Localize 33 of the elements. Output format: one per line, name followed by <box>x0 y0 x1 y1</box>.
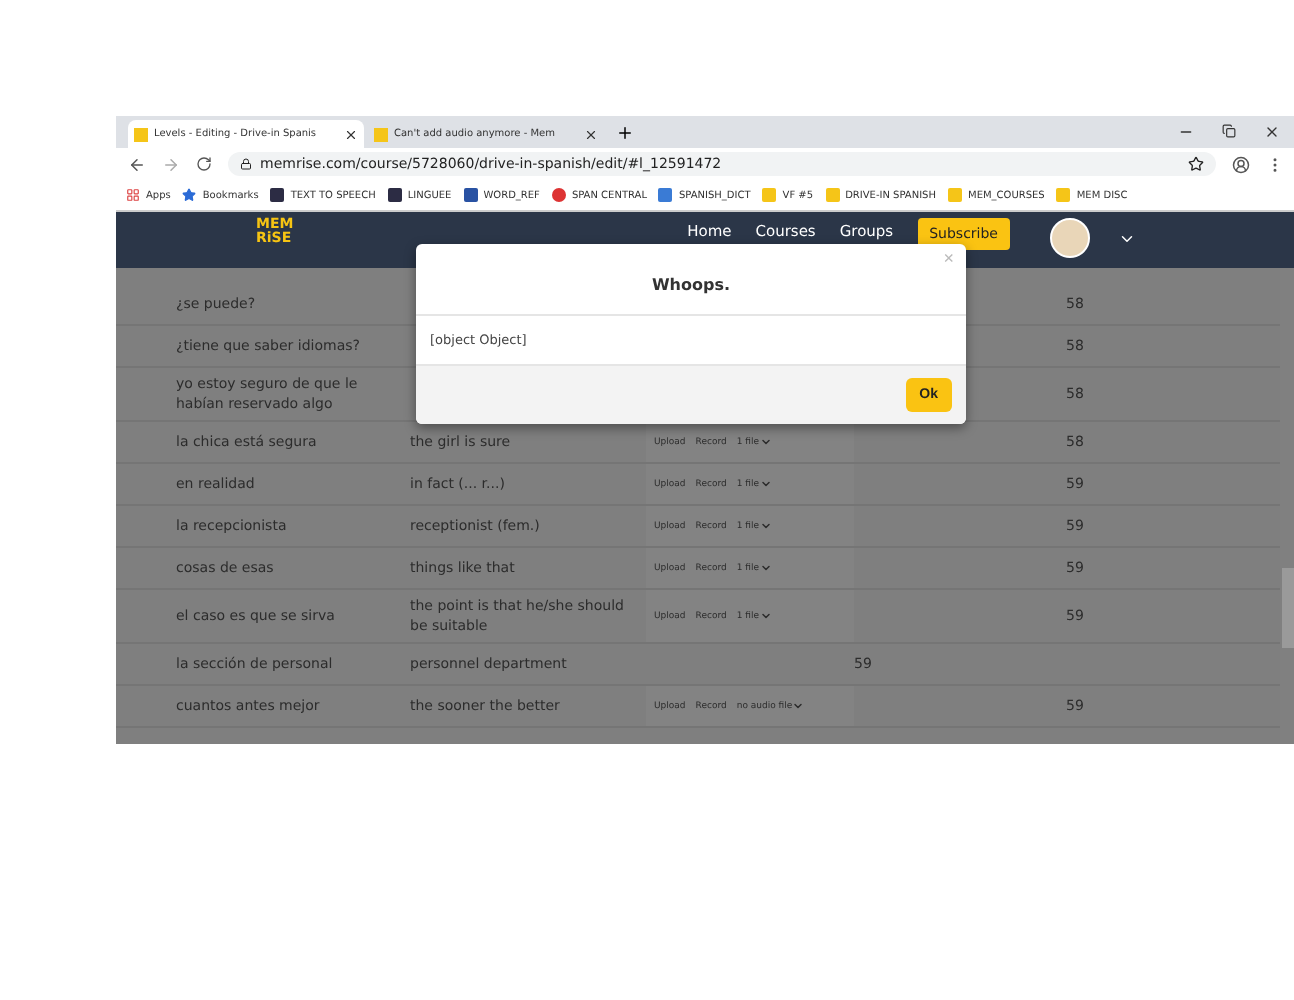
avatar[interactable] <box>1050 218 1090 258</box>
bookmark-icon <box>658 188 673 202</box>
restore-icon[interactable] <box>1222 124 1236 138</box>
close-icon[interactable] <box>1264 124 1280 140</box>
caret-icon <box>759 520 771 532</box>
caret-icon <box>759 436 771 448</box>
favicon-icon <box>374 127 388 141</box>
bookmark-icon <box>1056 188 1071 202</box>
dialog-title: Whoops. <box>651 276 731 294</box>
profile-icon[interactable] <box>1232 155 1250 173</box>
caret-icon <box>792 700 805 712</box>
bookmark-icon <box>551 188 566 202</box>
close-icon[interactable] <box>584 127 598 141</box>
bookmark-icon <box>825 188 840 202</box>
close-icon[interactable] <box>344 127 358 141</box>
bookmark-icon <box>270 188 285 202</box>
scrollbar-thumb[interactable] <box>1282 568 1294 648</box>
new-tab-icon[interactable] <box>616 123 634 141</box>
star-icon <box>182 188 197 202</box>
bookmark-icon <box>762 188 777 202</box>
caret-icon <box>759 610 771 622</box>
apps-icon <box>126 188 140 202</box>
caret-icon <box>759 478 771 490</box>
caret-icon <box>759 562 771 574</box>
bookmark-icon <box>387 188 402 202</box>
star-icon[interactable] <box>1188 156 1204 172</box>
reload-icon[interactable] <box>196 156 212 172</box>
caret-icon[interactable] <box>1118 230 1136 248</box>
lock-icon <box>240 158 252 170</box>
back-icon[interactable] <box>128 155 146 173</box>
bookmark-icon <box>948 188 962 202</box>
bookmark-icon <box>463 188 478 202</box>
favicon-icon <box>134 127 148 141</box>
